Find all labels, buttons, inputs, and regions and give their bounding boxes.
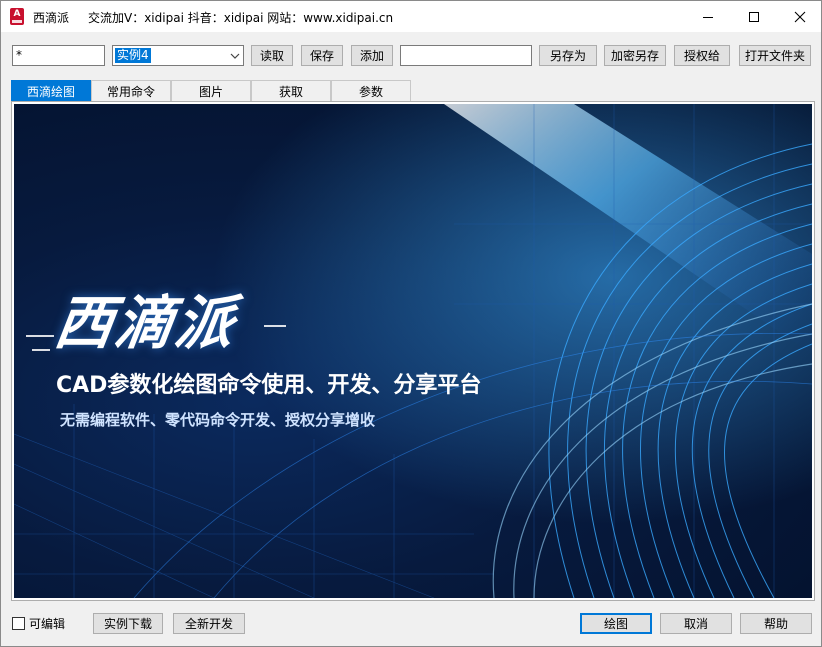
tab-parameters[interactable]: 参数	[331, 80, 411, 102]
maximize-button[interactable]	[731, 1, 777, 32]
close-icon	[794, 11, 806, 22]
download-examples-button[interactable]: 实例下载	[93, 613, 163, 634]
encrypt-save-as-button[interactable]: 加密另存	[604, 45, 666, 66]
autocad-app-icon: A	[10, 8, 24, 25]
read-button[interactable]: 读取	[251, 45, 293, 66]
open-folder-button[interactable]: 打开文件夹	[739, 45, 811, 66]
minimize-icon	[703, 16, 713, 18]
contact-info: 交流加V：xidipai 抖音：xidipai 网站：www.xidipai.c…	[88, 11, 394, 25]
window-title: 西滴派	[33, 11, 70, 25]
tab-images[interactable]: 图片	[171, 80, 251, 102]
help-button[interactable]: 帮助	[740, 613, 812, 634]
close-button[interactable]	[777, 1, 821, 32]
example-select[interactable]: 实例4	[112, 45, 244, 66]
banner-tagline: CAD参数化绘图命令使用、开发、分享平台	[56, 373, 482, 398]
name-input[interactable]	[400, 45, 532, 66]
main-window: A 西滴派 交流加V：xidipai 抖音：xidipai 网站：www.xid…	[0, 0, 822, 647]
chevron-down-icon	[230, 53, 240, 59]
promo-banner-image: 西滴派 CAD参数化绘图命令使用、开发、分享平台 无需编程软件、零代码命令开发、…	[14, 104, 812, 598]
save-button[interactable]: 保存	[301, 45, 343, 66]
cancel-button[interactable]: 取消	[660, 613, 732, 634]
tab-common-commands[interactable]: 常用命令	[91, 80, 171, 102]
editable-checkbox-label[interactable]: 可编辑	[29, 615, 65, 632]
tab-xidi-drawing[interactable]: 西滴绘图	[11, 80, 91, 102]
filter-input[interactable]: *	[12, 45, 105, 66]
minimize-button[interactable]	[685, 1, 731, 32]
tab-fetch[interactable]: 获取	[251, 80, 331, 102]
brand-logo-text: 西滴派	[50, 289, 241, 357]
draw-button[interactable]: 绘图	[580, 613, 652, 634]
example-select-value: 实例4	[115, 48, 151, 63]
tab-content-panel: 西滴派 CAD参数化绘图命令使用、开发、分享平台 无需编程软件、零代码命令开发、…	[11, 101, 815, 601]
new-development-button[interactable]: 全新开发	[173, 613, 245, 634]
editable-checkbox[interactable]	[12, 617, 25, 630]
banner-subline: 无需编程软件、零代码命令开发、授权分享增收	[60, 411, 376, 429]
title-bar[interactable]: A 西滴派 交流加V：xidipai 抖音：xidipai 网站：www.xid…	[1, 1, 821, 32]
save-as-button[interactable]: 另存为	[539, 45, 597, 66]
add-button[interactable]: 添加	[351, 45, 393, 66]
authorize-button[interactable]: 授权给	[674, 45, 730, 66]
maximize-icon	[749, 11, 759, 22]
